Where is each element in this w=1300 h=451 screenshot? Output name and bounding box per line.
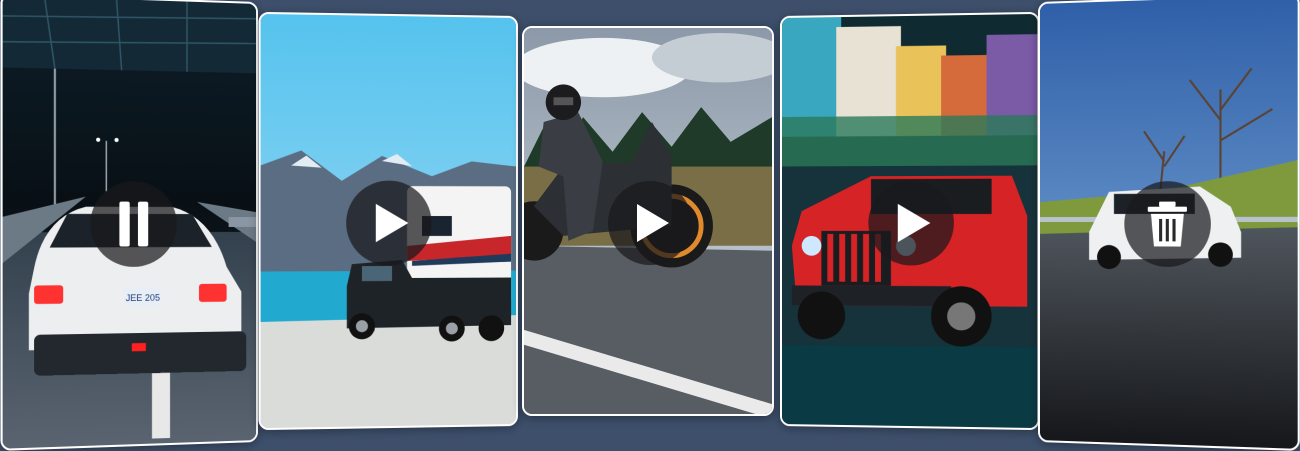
pause-icon xyxy=(119,201,149,247)
video-card-red-jeep[interactable] xyxy=(780,11,1040,431)
play-button[interactable] xyxy=(868,180,954,266)
delete-button[interactable] xyxy=(1124,180,1211,268)
video-carousel: JEE 205 xyxy=(0,0,1300,451)
video-card-white-car[interactable] xyxy=(1038,0,1300,451)
video-card-camper-truck[interactable] xyxy=(258,11,518,431)
play-button[interactable] xyxy=(608,181,692,265)
trash-icon xyxy=(1147,201,1187,247)
video-card-night-car[interactable]: JEE 205 xyxy=(0,0,259,451)
pause-button[interactable] xyxy=(90,180,177,268)
play-icon xyxy=(637,204,669,242)
svg-text:JEE 205: JEE 205 xyxy=(126,292,160,302)
play-icon xyxy=(897,203,931,243)
play-icon xyxy=(375,203,409,243)
play-button[interactable] xyxy=(346,180,432,266)
video-card-motorcycle[interactable] xyxy=(522,26,774,416)
